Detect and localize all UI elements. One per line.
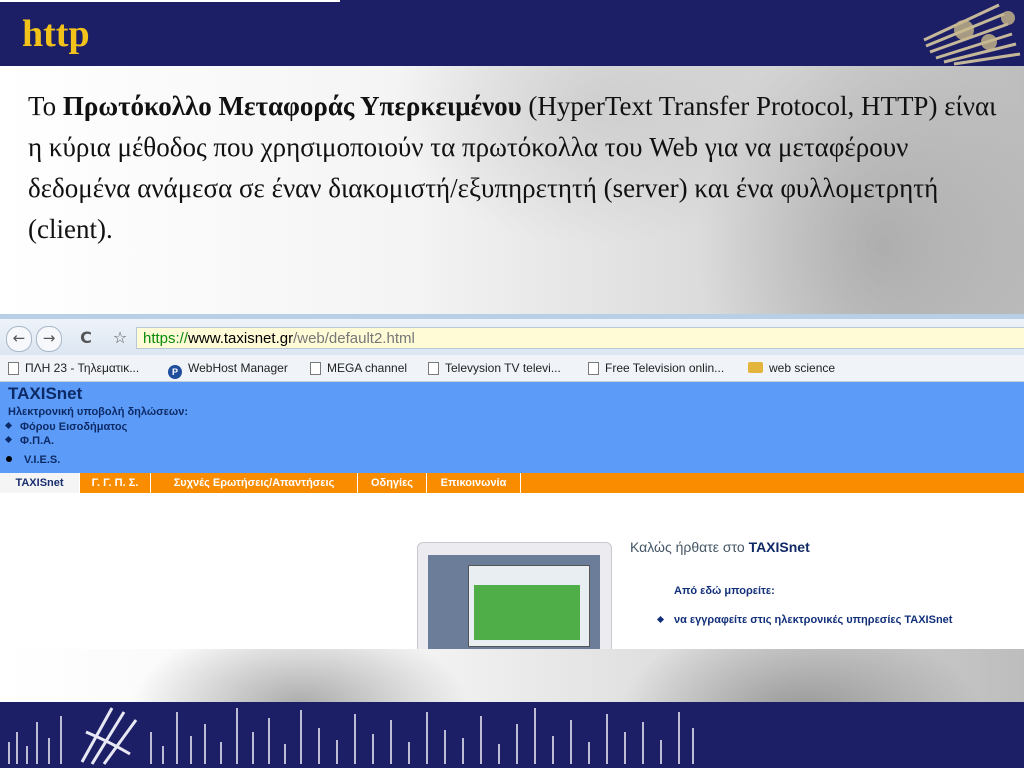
taxisnet-header: TAXISnet Ηλεκτρονική υποβολή δηλώσεων: Φ… bbox=[0, 382, 1024, 473]
computer-monitor-image bbox=[417, 542, 612, 649]
body-term: Πρωτόκολλο Μεταφοράς Υπερκειμένου bbox=[62, 91, 522, 121]
list-item-label: V.I.E.S. bbox=[24, 454, 61, 466]
menu-item-instructions[interactable]: Οδηγίες bbox=[358, 473, 427, 493]
menu-item-contact[interactable]: Επικοινωνία bbox=[427, 473, 521, 493]
welcome-prefix: Καλώς ήρθατε στο bbox=[630, 539, 749, 555]
header-line bbox=[0, 0, 340, 2]
slide-body-text: Το Πρωτόκολλο Μεταφοράς Υπερκειμένου (Hy… bbox=[28, 86, 1003, 250]
url-path: /web/default2.html bbox=[293, 330, 415, 347]
taxisnet-content: Καλώς ήρθατε στο TAXISnet Από εδώ μπορεί… bbox=[0, 493, 1024, 649]
page-icon bbox=[428, 362, 439, 375]
welcome-brand: TAXISnet bbox=[748, 539, 810, 555]
taxisnet-logo-text[interactable]: TAXISnet bbox=[8, 384, 82, 404]
diamond-bullet-icon bbox=[656, 615, 665, 624]
footer-decoration-icon bbox=[8, 707, 694, 765]
taxisnet-subtitle: Ηλεκτρονική υποβολή δηλώσεων: bbox=[8, 406, 188, 418]
can-do-heading: Από εδώ μπορείτε: bbox=[674, 585, 775, 597]
menu-item-faq[interactable]: Συχνές Ερωτήσεις/Απαντήσεις bbox=[151, 473, 358, 493]
welcome-text: Καλώς ήρθατε στο TAXISnet bbox=[630, 539, 810, 555]
diamond-bullet-icon bbox=[4, 435, 13, 444]
menu-item-ggps[interactable]: Γ. Γ. Π. Σ. bbox=[80, 473, 151, 493]
dot-bullet-icon bbox=[6, 456, 12, 462]
body-intro: Το bbox=[28, 91, 63, 121]
list-item[interactable]: Φ.Π.Α. bbox=[4, 434, 127, 448]
bookmark-item[interactable]: Televysion TV televi... bbox=[428, 355, 561, 381]
address-bar[interactable]: https://www.taxisnet.gr/web/default2.htm… bbox=[136, 327, 1024, 349]
bookmark-item[interactable]: Free Television onlin... bbox=[588, 355, 724, 381]
slide-header bbox=[0, 0, 1024, 66]
bookmark-label: ΠΛΗ 23 - Τηλεματικ... bbox=[25, 361, 140, 375]
bookmark-item[interactable]: ΠΛΗ 23 - Τηλεματικ... bbox=[8, 355, 139, 381]
bookmark-label: web science bbox=[769, 361, 836, 375]
url-domain: www.taxisnet.gr bbox=[188, 330, 294, 347]
bookmark-label: Free Television onlin... bbox=[605, 361, 725, 375]
bookmark-star-icon[interactable]: ☆ bbox=[108, 326, 132, 350]
folder-icon bbox=[748, 362, 763, 373]
reload-icon[interactable]: C bbox=[74, 326, 98, 350]
monitor-form bbox=[474, 585, 580, 640]
slide-title: http bbox=[22, 13, 90, 55]
diamond-bullet-icon bbox=[4, 421, 13, 430]
bookmarks-bar: ΠΛΗ 23 - Τηλεματικ... P WebHost Manager M… bbox=[0, 355, 1024, 382]
bookmark-item[interactable]: P WebHost Manager bbox=[168, 355, 288, 381]
list-item[interactable]: V.I.E.S. bbox=[6, 453, 127, 467]
list-item-label: Φόρου Εισοδήματος bbox=[20, 421, 128, 433]
monitor-screen bbox=[428, 555, 600, 649]
url-scheme: https:// bbox=[143, 330, 189, 347]
bookmark-item[interactable]: web science bbox=[748, 355, 835, 381]
browser-toolbar: ← → C ☆ https://www.taxisnet.gr/web/defa… bbox=[0, 319, 1024, 355]
forward-icon[interactable]: → bbox=[36, 326, 62, 352]
taxisnet-menu: TAXISnet Γ. Γ. Π. Σ. Συχνές Ερωτήσεις/Απ… bbox=[0, 473, 1024, 493]
menu-item-taxisnet[interactable]: TAXISnet bbox=[0, 473, 80, 493]
register-link[interactable]: να εγγραφείτε στις ηλεκτρονικές υπηρεσίε… bbox=[674, 613, 974, 627]
back-icon[interactable]: ← bbox=[6, 326, 32, 352]
page-icon bbox=[588, 362, 599, 375]
bookmark-label: MEGA channel bbox=[327, 361, 408, 375]
page-icon bbox=[8, 362, 19, 375]
corner-logo-icon bbox=[923, 3, 1021, 66]
taxisnet-service-list: Φόρου Εισοδήματος Φ.Π.Α. V.I.E.S. bbox=[4, 420, 128, 467]
cpanel-icon: P bbox=[168, 365, 182, 379]
page-icon bbox=[310, 362, 321, 375]
bookmark-label: Televysion TV televi... bbox=[445, 361, 561, 375]
list-item-label: Φ.Π.Α. bbox=[20, 435, 55, 447]
list-item[interactable]: Φόρου Εισοδήματος bbox=[4, 420, 128, 434]
bookmark-label: WebHost Manager bbox=[188, 361, 288, 375]
bookmark-item[interactable]: MEGA channel bbox=[310, 355, 407, 381]
browser-screenshot: ← → C ☆ https://www.taxisnet.gr/web/defa… bbox=[0, 314, 1024, 649]
